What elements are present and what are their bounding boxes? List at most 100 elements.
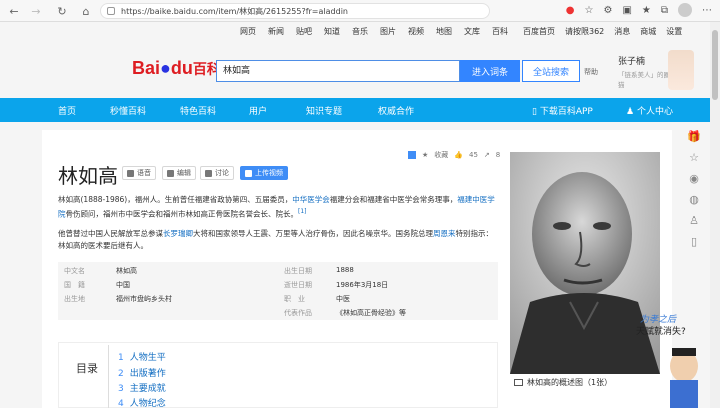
nav-wenku[interactable]: 文库 xyxy=(464,26,480,37)
extension-icon[interactable]: ⚙ xyxy=(603,5,612,16)
nav-music[interactable]: 音乐 xyxy=(352,26,368,37)
nav-item-home[interactable]: 首页 xyxy=(58,104,76,117)
nav-map[interactable]: 地图 xyxy=(436,26,452,37)
tabs-icon[interactable]: ⧉ xyxy=(661,5,668,16)
home-icon[interactable]: ⌂ xyxy=(76,1,96,21)
search-input[interactable]: 林如高 xyxy=(216,60,460,82)
link-luo-ruiqing[interactable]: 长罗瑞卿 xyxy=(163,229,193,238)
nav-item-topics[interactable]: 知识专题 xyxy=(306,104,342,117)
nav-item-miaodong[interactable]: 秒懂百科 xyxy=(110,104,146,117)
toc-number: 3 xyxy=(118,384,124,394)
nav-news[interactable]: 新闻 xyxy=(268,26,284,37)
pencil-icon xyxy=(167,169,174,177)
link-zhou-enlai[interactable]: 周恩来 xyxy=(433,229,456,238)
upload-video-button[interactable]: 上传视频 xyxy=(240,166,288,180)
collections-icon[interactable]: ▣ xyxy=(622,5,631,16)
info-value: 福州市盘屿乡头村 xyxy=(116,295,172,303)
info-value: 林如高 xyxy=(116,267,137,275)
browser-toolbar: ← → ↻ ⌂ https://baike.baidu.com/item/林如高… xyxy=(0,0,720,22)
baidu-baike-logo[interactable]: Bai●du百科 xyxy=(132,58,221,79)
nav-image[interactable]: 图片 xyxy=(380,26,396,37)
nav-video[interactable]: 视频 xyxy=(408,26,424,37)
forward-icon[interactable]: → xyxy=(26,1,46,21)
qq-icon[interactable]: ♙ xyxy=(688,214,700,227)
video-icon xyxy=(245,169,252,177)
nav-item-featured[interactable]: 特色百科 xyxy=(180,104,216,117)
entry-stats: ★ 收藏 👍 45 ↗ 8 xyxy=(408,150,500,160)
fav-label[interactable]: 收藏 xyxy=(434,150,448,160)
toc-label: 人物生平 xyxy=(129,353,166,363)
share-icon[interactable]: ↗ xyxy=(484,151,490,159)
record-icon[interactable]: ● xyxy=(566,5,575,16)
baidu-home-link[interactable]: 百度首页 xyxy=(523,26,555,37)
info-key: 代表作品 xyxy=(284,309,312,317)
enter-entry-button[interactable]: 进入词条 xyxy=(460,60,520,82)
like-count: 45 xyxy=(469,151,478,159)
toc-title: 目录 xyxy=(76,362,98,375)
account-link[interactable]: 请按限362 xyxy=(565,26,604,37)
url-text: https://baike.baidu.com/item/林如高/2615255… xyxy=(121,6,348,16)
ad-subline: 天赋就消失? xyxy=(636,327,686,337)
basic-info-table: 中文名 林如高 出生日期 1888 国 籍 中国 逝世日期 1986年3月18日… xyxy=(58,262,498,320)
discuss-button[interactable]: 讨论 xyxy=(200,166,234,180)
messages-link[interactable]: 消息 xyxy=(614,26,630,37)
toc-item[interactable]: 4 人物纪念 xyxy=(118,396,166,408)
link-chinese-medical-assoc[interactable]: 中华医学会 xyxy=(292,195,330,204)
toc-label: 出版著作 xyxy=(129,369,166,379)
mall-link[interactable]: 商城 xyxy=(640,26,656,37)
refresh-icon[interactable]: ↻ xyxy=(52,1,72,21)
info-value: 中国 xyxy=(116,281,130,289)
site-search-button[interactable]: 全站搜索 xyxy=(522,60,580,82)
toc-number: 1 xyxy=(118,353,124,363)
headphones-icon xyxy=(127,169,134,177)
history-text-2: 大将和国家领导人王震、万里等人治疗骨伤，因此名噪京华。国务院总理 xyxy=(193,229,433,238)
caption-text: 林如高的概述图（1张） xyxy=(527,377,613,387)
download-app-link[interactable]: ▯ 下载百科APP xyxy=(532,104,593,117)
user-avatar[interactable] xyxy=(668,50,694,90)
edit-button[interactable]: 编辑 xyxy=(162,166,196,180)
nav-tieba[interactable]: 贴吧 xyxy=(296,26,312,37)
info-value: 中医 xyxy=(336,295,350,303)
history-text-1: 他曾替过中国人民解放军总参谋 xyxy=(58,229,163,238)
discuss-label: 讨论 xyxy=(215,169,229,177)
nav-baike[interactable]: 百科 xyxy=(492,26,508,37)
star-icon[interactable]: ☆ xyxy=(688,151,700,164)
product-nav: 网页 新闻 贴吧 知道 音乐 图片 视频 地图 文库 百科 xyxy=(240,26,508,37)
scrollbar-thumb[interactable] xyxy=(712,30,718,100)
wechat-icon[interactable]: ◍ xyxy=(688,193,700,206)
like-icon[interactable]: 👍 xyxy=(454,151,463,159)
settings-link[interactable]: 设置 xyxy=(666,26,682,37)
toc-number: 4 xyxy=(118,399,124,408)
toc-item[interactable]: 3 主要成就 xyxy=(118,381,166,394)
nav-web[interactable]: 网页 xyxy=(240,26,256,37)
mobile-icon[interactable]: ▯ xyxy=(688,235,700,248)
reference-link[interactable]: [1] xyxy=(298,208,307,215)
address-bar[interactable]: https://baike.baidu.com/item/林如高/2615255… xyxy=(100,3,490,19)
page-title: 林如高 xyxy=(58,166,118,188)
help-link[interactable]: 帮助 xyxy=(584,67,598,77)
toc-divider xyxy=(108,345,109,408)
summary-text-3: 骨伤顾问，福州市中医学会和福州市林如高正骨医院名誉会长、院长。 xyxy=(65,209,299,219)
fav-icon[interactable]: ★ xyxy=(422,151,428,159)
nav-item-users[interactable]: 用户 xyxy=(249,104,267,117)
nav-zhidao[interactable]: 知道 xyxy=(324,26,340,37)
favorites-icon[interactable]: ★ xyxy=(642,5,651,16)
summary-text-2: 福建分会和福建省中医学会常务理事， xyxy=(329,195,458,204)
logo-bai: Bai xyxy=(132,58,161,78)
user-center-link[interactable]: ♟ 个人中心 xyxy=(626,104,673,117)
back-icon[interactable]: ← xyxy=(4,1,24,21)
chat-icon xyxy=(205,169,212,177)
star-icon[interactable]: ☆ xyxy=(585,5,594,16)
weibo-icon[interactable]: ◉ xyxy=(688,172,700,185)
info-key: 出生地 xyxy=(64,295,85,303)
info-key: 出生日期 xyxy=(284,267,312,275)
profile-avatar[interactable] xyxy=(678,3,692,17)
add-icon[interactable] xyxy=(408,151,416,159)
toc-item[interactable]: 2 出版著作 xyxy=(118,366,166,379)
toc-item[interactable]: 1 人物生平 xyxy=(118,350,166,363)
more-icon[interactable]: ⋯ xyxy=(702,5,712,16)
voice-button[interactable]: 语音 xyxy=(122,166,156,180)
gift-icon[interactable]: 🎁 xyxy=(687,130,701,143)
nav-item-partners[interactable]: 权威合作 xyxy=(378,104,414,117)
summary-paragraph: 林如高(1888-1986)，福州人。生前曾任福建省政协第四、五届委员，中华医学… xyxy=(58,194,498,221)
